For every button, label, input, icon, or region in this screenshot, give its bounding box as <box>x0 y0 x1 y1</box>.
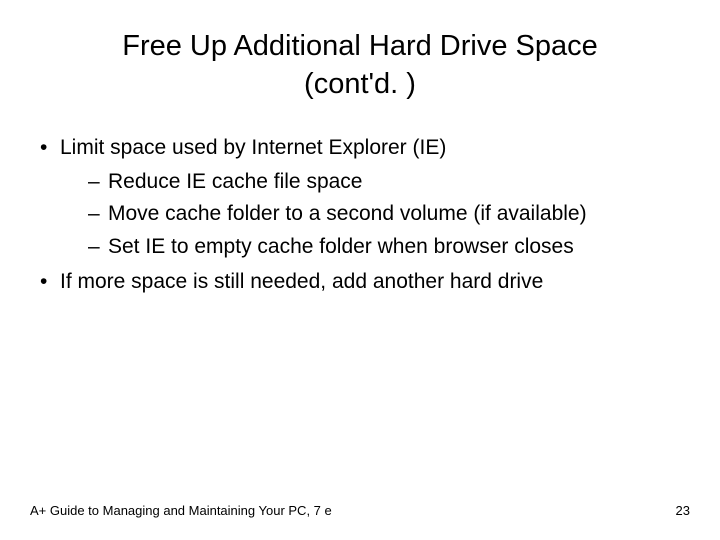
footer-left: A+ Guide to Managing and Maintaining You… <box>30 503 332 518</box>
bullet-item: Limit space used by Internet Explorer (I… <box>38 133 690 261</box>
sub-list: Reduce IE cache file space Move cache fo… <box>60 167 690 261</box>
bullet-list: Limit space used by Internet Explorer (I… <box>30 133 690 296</box>
title-line-1: Free Up Additional Hard Drive Space <box>122 30 598 62</box>
sub-text: Set IE to empty cache folder when browse… <box>108 235 574 258</box>
bullet-item: If more space is still needed, add anoth… <box>38 267 690 296</box>
sub-item: Reduce IE cache file space <box>88 167 690 196</box>
slide-content: Limit space used by Internet Explorer (I… <box>30 133 690 296</box>
bullet-text: If more space is still needed, add anoth… <box>60 270 543 293</box>
slide-title: Free Up Additional Hard Drive Space (con… <box>30 28 690 103</box>
bullet-text: Limit space used by Internet Explorer (I… <box>60 136 446 159</box>
sub-text: Reduce IE cache file space <box>108 170 362 193</box>
sub-item: Move cache folder to a second volume (if… <box>88 199 690 228</box>
title-line-2: (cont'd. ) <box>304 68 416 100</box>
page-number: 23 <box>676 503 690 518</box>
sub-item: Set IE to empty cache folder when browse… <box>88 232 690 261</box>
sub-text: Move cache folder to a second volume (if… <box>108 202 587 225</box>
footer: A+ Guide to Managing and Maintaining You… <box>30 503 690 518</box>
